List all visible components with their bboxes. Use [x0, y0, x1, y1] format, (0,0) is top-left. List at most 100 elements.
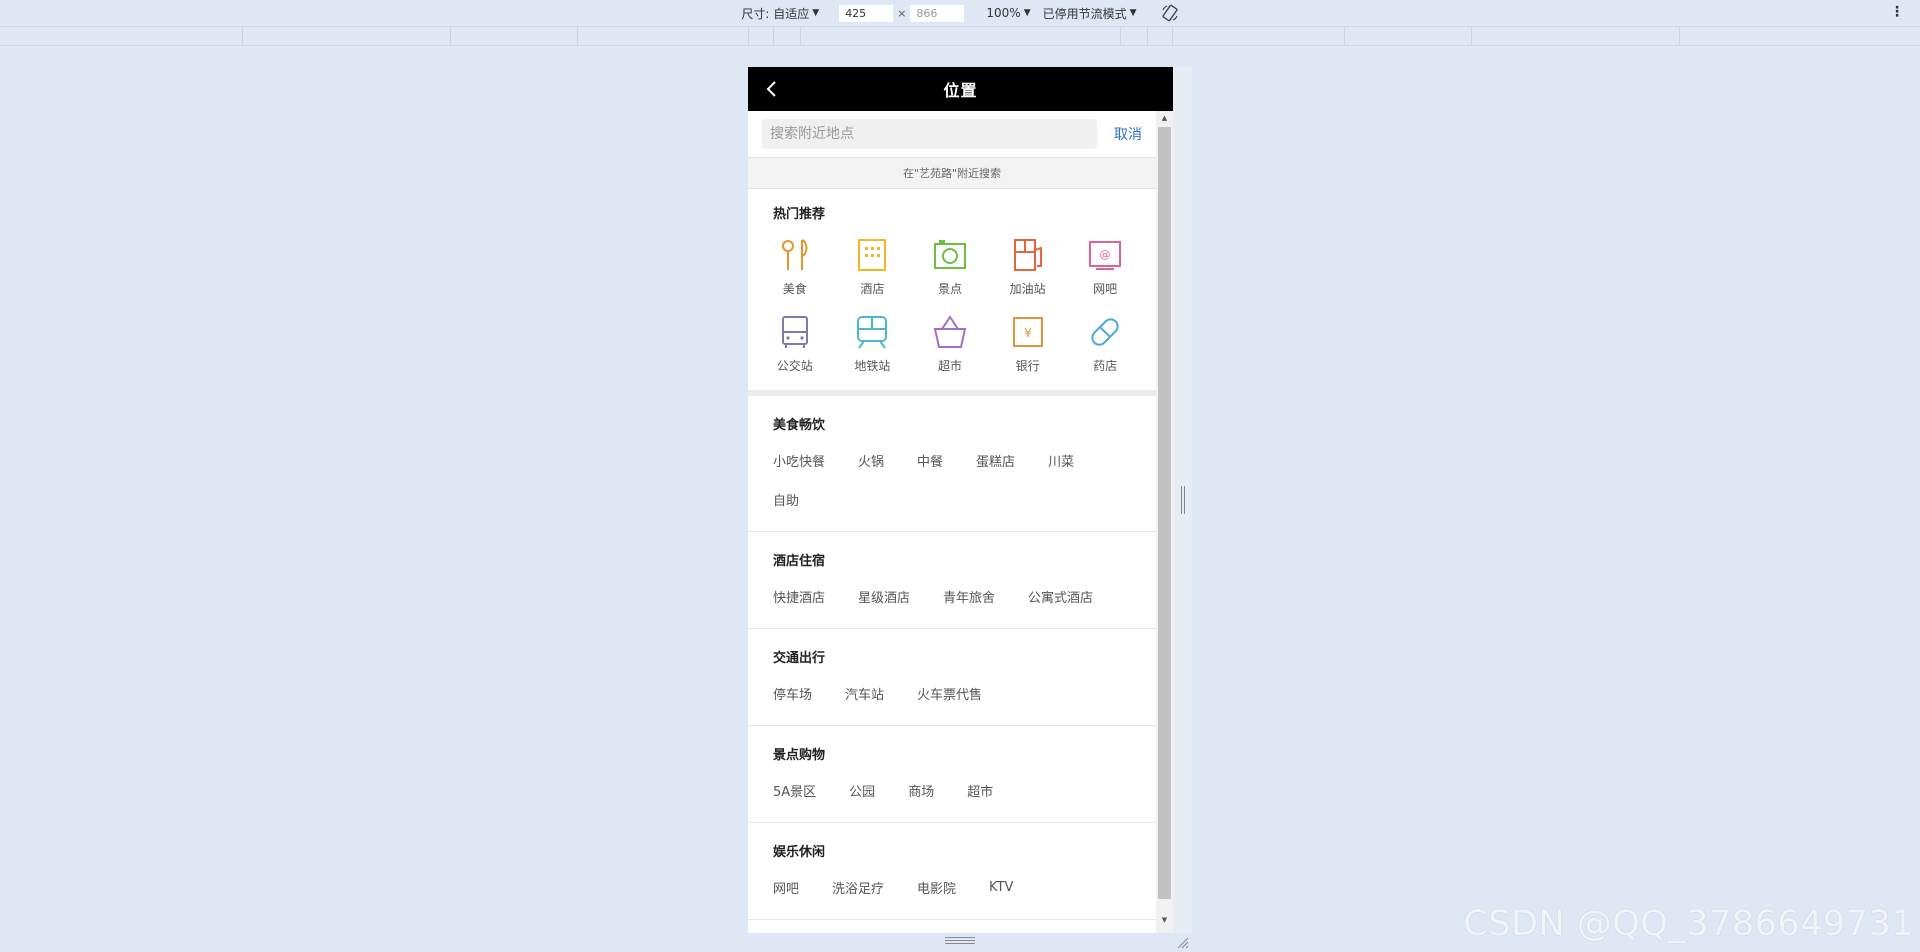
category-item[interactable]: 中餐 [917, 441, 943, 480]
scroll-up-arrow-icon[interactable]: ▲ [1156, 111, 1173, 125]
caret-down-icon: ▼ [812, 8, 820, 18]
internet-cafe-icon: @ [1089, 241, 1122, 270]
category-section: 交通出行 停车场 汽车站 火车票代售 [748, 629, 1156, 726]
category-section: 酒店住宿快捷酒店 星级酒店 青年旅舍 公寓式酒店 [748, 532, 1156, 629]
caret-down-icon: ▼ [1129, 8, 1137, 18]
rotate-icon[interactable] [1161, 4, 1179, 22]
height-input[interactable] [910, 4, 965, 22]
section-title: 景点购物 [773, 748, 826, 763]
category-item[interactable]: 快捷酒店 [773, 577, 825, 616]
scroll-down-arrow-icon[interactable]: ▼ [1156, 913, 1173, 927]
category-item[interactable]: 小吃快餐 [773, 441, 825, 480]
height-resize-handle[interactable] [945, 937, 975, 945]
category-item[interactable]: 超市 [967, 771, 993, 810]
category-list: 美食畅饮小吃快餐 火锅 中餐 蛋糕店 川菜自助酒店住宿快捷酒店 星级酒店 青年旅舍 公寓式酒店… [748, 396, 1156, 920]
scrollbar[interactable]: ▲ ▼ [1156, 111, 1173, 933]
category-item[interactable]: KTV [989, 868, 1013, 907]
hot-item[interactable]: 药店 [1066, 313, 1144, 374]
category-item[interactable]: 洗浴足疗 [832, 868, 884, 907]
scrollbar-thumb[interactable] [1158, 127, 1171, 899]
food-icon [781, 239, 808, 270]
bank-icon: ¥ [1012, 317, 1043, 347]
hot-item-label: 超市 [937, 359, 962, 373]
subway-icon [857, 316, 888, 349]
category-items: 小吃快餐 火锅 中餐 蛋糕店 川菜自助 [748, 441, 1156, 519]
hot-item-label: 网吧 [1093, 282, 1118, 296]
category-item[interactable]: 青年旅舍 [943, 577, 995, 616]
cancel-button[interactable]: 取消 [1114, 124, 1142, 144]
hot-item[interactable]: 公交站 [756, 313, 834, 374]
page-title: 位置 [943, 81, 978, 100]
category-item[interactable]: 公寓式酒店 [1028, 577, 1093, 616]
hot-item-label: 药店 [1093, 359, 1118, 373]
category-item[interactable]: 川菜 [1048, 441, 1074, 480]
caret-down-icon: ▼ [1023, 8, 1031, 18]
hot-item[interactable]: 美食 [756, 236, 834, 297]
category-item[interactable]: 火锅 [858, 441, 884, 480]
category-item[interactable]: 蛋糕店 [976, 441, 1015, 480]
section-title: 美食畅饮 [773, 418, 826, 433]
category-item[interactable]: 5A景区 [773, 771, 816, 810]
search-hint: 在"艺苑路"附近搜索 [748, 157, 1156, 189]
corner-resize-icon[interactable] [1175, 935, 1189, 949]
nav-bar: 位置 [748, 67, 1173, 111]
category-items: 网吧 洗浴足疗 电影院 KTV [748, 868, 1156, 907]
hot-item-label: 美食 [782, 282, 807, 296]
back-arrow-icon[interactable] [762, 79, 782, 99]
category-item[interactable]: 公园 [849, 771, 875, 810]
category-section: 景点购物 5A景区 公园 商场 超市 [748, 726, 1156, 823]
category-item[interactable]: 火车票代售 [917, 674, 982, 713]
hot-item[interactable]: 地铁站 [834, 313, 912, 374]
hot-item[interactable]: 加油站 [989, 236, 1067, 297]
bus-icon [781, 316, 808, 348]
hotel-icon [858, 239, 887, 271]
hot-item-label: 银行 [1015, 359, 1040, 373]
hot-item-label: 地铁站 [854, 359, 891, 373]
throttle-label: 已停用节流模式 [1042, 6, 1127, 21]
phone-viewport: 位置 取消 在"艺苑路"附近搜索 热门推荐 美食 酒店 景点 加油站 @ 网吧 公… [748, 67, 1173, 933]
camera-icon [933, 240, 966, 269]
zoom-select[interactable]: 100% ▼ [986, 6, 1030, 20]
more-options-icon[interactable]: ⋮ [1890, 4, 1904, 20]
hot-item-label: 加油站 [1009, 282, 1046, 296]
pill-icon [1091, 318, 1119, 346]
category-items: 快捷酒店 星级酒店 青年旅舍 公寓式酒店 [748, 577, 1156, 616]
device-toolbar: 尺寸: 自适应 ▼ × 100% ▼ 已停用节流模式 ▼ ⋮ [0, 0, 1920, 26]
dimensions-select[interactable]: 尺寸: 自适应 ▼ [741, 5, 819, 22]
throttle-select[interactable]: 已停用节流模式 ▼ [1043, 5, 1137, 22]
hot-item-label: 酒店 [860, 282, 885, 296]
svg-text:@: @ [1100, 248, 1111, 261]
hot-item[interactable]: 景点 [911, 236, 989, 297]
hot-item-label: 景点 [937, 282, 962, 296]
section-title: 娱乐休闲 [773, 845, 826, 860]
category-item[interactable]: 电影院 [917, 868, 956, 907]
category-item[interactable]: 星级酒店 [858, 577, 910, 616]
content-scroll[interactable]: 取消 在"艺苑路"附近搜索 热门推荐 美食 酒店 景点 加油站 @ 网吧 公交站 … [748, 111, 1156, 933]
search-row: 取消 [748, 111, 1156, 157]
section-title: 酒店住宿 [773, 554, 826, 569]
category-item[interactable]: 汽车站 [845, 674, 884, 713]
hot-item[interactable]: ¥ 银行 [989, 313, 1067, 374]
category-items: 停车场 汽车站 火车票代售 [748, 674, 1156, 713]
gas-station-icon [1013, 239, 1042, 271]
hot-item[interactable]: 酒店 [834, 236, 912, 297]
hot-section: 热门推荐 美食 酒店 景点 加油站 @ 网吧 公交站 地铁站 超市 ¥ 银行 药店 [748, 189, 1156, 396]
media-query-ruler [0, 26, 1920, 46]
hot-item-label: 公交站 [776, 359, 813, 373]
width-input[interactable] [839, 4, 894, 22]
category-item[interactable]: 停车场 [773, 674, 812, 713]
category-section: 娱乐休闲网吧 洗浴足疗 电影院 KTV [748, 823, 1156, 920]
category-item[interactable]: 自助 [773, 480, 799, 519]
dimensions-label: 尺寸: 自适应 [741, 6, 810, 21]
search-input[interactable] [762, 119, 1097, 149]
hot-item[interactable]: 超市 [911, 313, 989, 374]
category-item[interactable]: 网吧 [773, 868, 799, 907]
width-resize-handle[interactable] [1181, 486, 1187, 514]
svg-text:¥: ¥ [1024, 326, 1032, 340]
section-title: 热门推荐 [773, 207, 826, 222]
times-sign: × [897, 6, 907, 20]
category-section: 美食畅饮小吃快餐 火锅 中餐 蛋糕店 川菜自助 [748, 396, 1156, 532]
hot-item[interactable]: @ 网吧 [1066, 236, 1144, 297]
basket-icon [933, 315, 967, 348]
category-item[interactable]: 商场 [908, 771, 934, 810]
